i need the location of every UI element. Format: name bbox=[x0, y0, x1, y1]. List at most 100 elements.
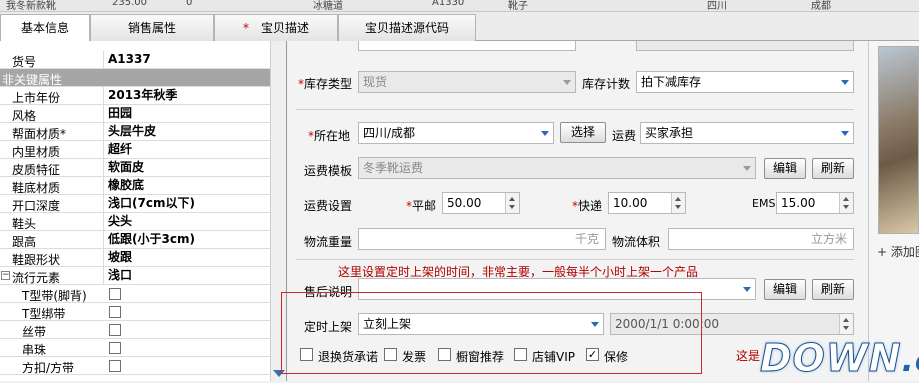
strip-cell: 235.00 bbox=[112, 0, 147, 8]
property-value[interactable]: 浅口(7cm以下) bbox=[103, 195, 270, 213]
background-table-strip: 我冬新款靴 235.00 0 冰糖道 A1330 靴子 四川 成都 bbox=[0, 0, 919, 12]
stock-count-label: 库存计数 bbox=[582, 77, 631, 91]
chevron-down-icon bbox=[743, 166, 751, 171]
property-key: 上市年份 bbox=[12, 91, 61, 105]
property-child-row[interactable]: 方扣/方带 bbox=[0, 357, 270, 375]
property-row[interactable]: 开口深度 浅口(7cm以下) bbox=[0, 195, 270, 213]
cut-off-field[interactable] bbox=[358, 41, 576, 51]
edit-aftersale-button[interactable]: 编辑 bbox=[764, 279, 806, 300]
property-key: 风格 bbox=[12, 109, 37, 123]
property-key: 丝带 bbox=[22, 325, 47, 339]
property-row-sku[interactable]: 货号 A1337 bbox=[0, 51, 270, 69]
logistics-volume-label: 物流体积 bbox=[612, 235, 661, 249]
chevron-down-icon bbox=[563, 80, 571, 85]
refresh-template-button[interactable]: 刷新 bbox=[812, 158, 854, 179]
property-checkbox[interactable] bbox=[109, 306, 121, 318]
stock-type-select[interactable]: 现货 bbox=[358, 71, 576, 93]
spinner-icon[interactable] bbox=[839, 314, 853, 334]
property-value[interactable]: 尖头 bbox=[103, 213, 270, 231]
property-key: 帮面材质* bbox=[12, 127, 67, 141]
tab-label: 宝贝描述 bbox=[260, 21, 309, 35]
chevron-down-icon bbox=[541, 131, 549, 136]
property-checkbox[interactable] bbox=[109, 324, 121, 336]
property-child-row[interactable]: T型绑带 bbox=[0, 303, 270, 321]
property-key: 货号 bbox=[12, 55, 37, 69]
freight-template-select[interactable]: 冬季靴运费 bbox=[358, 157, 756, 179]
add-image-link[interactable]: + 添加图 bbox=[877, 243, 919, 260]
tab-label: 宝贝描述源代码 bbox=[364, 21, 449, 35]
property-row[interactable]: 内里材质 超纤 bbox=[0, 141, 270, 159]
strip-cell: 靴子 bbox=[508, 1, 528, 12]
tab-label: 销售属性 bbox=[127, 21, 176, 35]
property-row[interactable]: 皮质特征 软面皮 bbox=[0, 159, 270, 177]
property-child-row[interactable]: T型带(脚背) bbox=[0, 285, 270, 303]
watermark-main: DOWN bbox=[760, 336, 902, 381]
property-value[interactable]: 2013年秋季 bbox=[103, 87, 270, 105]
cut-off-field[interactable] bbox=[636, 41, 854, 51]
property-row[interactable]: 跟高 低跟(小于3cm) bbox=[0, 231, 270, 249]
location-select[interactable]: 四川/成都 bbox=[358, 122, 554, 144]
property-key: 皮质特征 bbox=[12, 163, 61, 177]
property-row[interactable]: 鞋头 尖头 bbox=[0, 213, 270, 231]
collapse-toggle[interactable]: − bbox=[1, 271, 10, 280]
strip-cell: 四川 bbox=[707, 1, 727, 12]
property-row[interactable]: 上市年份 2013年秋季 bbox=[0, 87, 270, 105]
property-checkbox[interactable] bbox=[109, 360, 121, 372]
shipping-payer-select[interactable]: 买家承担 bbox=[640, 122, 854, 144]
property-value[interactable]: 田园 bbox=[103, 105, 270, 123]
property-checkbox[interactable] bbox=[109, 288, 121, 300]
property-row[interactable]: 鞋底材质 橡胶底 bbox=[0, 177, 270, 195]
ems-label: EMS bbox=[752, 197, 776, 210]
property-row[interactable]: 鞋跟形状 坡跟 bbox=[0, 249, 270, 267]
logistics-volume-input[interactable]: 立方米 bbox=[668, 228, 854, 250]
express-fee-input[interactable]: 10.00 bbox=[608, 192, 686, 214]
ems-fee-input[interactable]: 15.00 bbox=[776, 192, 854, 214]
property-child-row[interactable]: 丝带 bbox=[0, 321, 270, 339]
spinner-icon[interactable] bbox=[505, 193, 519, 213]
watermark-suffix: .cc bbox=[901, 341, 919, 379]
property-row[interactable]: 风格 田园 bbox=[0, 105, 270, 123]
template-label: 运费模板 bbox=[304, 164, 353, 178]
property-value[interactable]: 坡跟 bbox=[103, 249, 270, 267]
property-value[interactable]: A1337 bbox=[103, 51, 270, 69]
product-image-thumbnail[interactable] bbox=[878, 46, 919, 234]
logistics-weight-input[interactable]: 千克 bbox=[358, 228, 606, 250]
freight-setting-label: 运费设置 bbox=[304, 199, 353, 213]
tab-description-source[interactable]: 宝贝描述源代码 bbox=[338, 14, 476, 41]
property-value[interactable]: 超纤 bbox=[103, 141, 270, 159]
property-value[interactable]: 软面皮 bbox=[103, 159, 270, 177]
spinner-icon[interactable] bbox=[839, 193, 853, 213]
property-value[interactable]: 橡胶底 bbox=[103, 177, 270, 195]
required-star: * bbox=[242, 21, 249, 35]
property-key: T型绑带 bbox=[22, 307, 66, 321]
property-checkbox[interactable] bbox=[109, 342, 121, 354]
property-row[interactable]: 帮面材质* 头层牛皮 bbox=[0, 123, 270, 141]
property-key: 方扣/方带 bbox=[22, 361, 75, 375]
strip-cell: 我冬新款靴 bbox=[6, 1, 56, 12]
chevron-down-icon bbox=[841, 80, 849, 85]
tab-basic-info[interactable]: 基本信息 bbox=[0, 14, 90, 42]
property-value[interactable]: 头层牛皮 bbox=[103, 123, 270, 141]
divider bbox=[296, 109, 854, 110]
property-value[interactable]: 低跟(小于3cm) bbox=[103, 231, 270, 249]
stock-count-select[interactable]: 拍下减库存 bbox=[636, 71, 854, 93]
tab-item-description[interactable]: * 宝贝描述 bbox=[214, 14, 338, 41]
property-section-header[interactable]: 非关键属性 bbox=[0, 69, 270, 87]
spinner-icon[interactable] bbox=[671, 193, 685, 213]
chevron-down-icon bbox=[841, 131, 849, 136]
property-key: T型带(脚背) bbox=[22, 289, 87, 303]
property-value[interactable]: 浅口 bbox=[103, 267, 270, 285]
chevron-down-icon bbox=[743, 287, 751, 292]
section-label: 非关键属性 bbox=[2, 73, 63, 87]
property-key: 开口深度 bbox=[12, 199, 61, 213]
property-key: 内里材质 bbox=[12, 145, 61, 159]
tab-sales-attributes[interactable]: 销售属性 bbox=[90, 14, 214, 41]
select-location-button[interactable]: 选择 bbox=[560, 122, 606, 143]
surface-mail-fee-input[interactable]: 50.00 bbox=[442, 192, 520, 214]
edit-template-button[interactable]: 编辑 bbox=[764, 158, 806, 179]
property-row-trend[interactable]: − 流行元素 浅口 bbox=[0, 267, 270, 285]
refresh-aftersale-button[interactable]: 刷新 bbox=[812, 279, 854, 300]
watermark-logo: DOWN.cc bbox=[760, 335, 919, 381]
surface-mail-label: *平邮 bbox=[406, 199, 437, 213]
property-child-row[interactable]: 串珠 bbox=[0, 339, 270, 357]
